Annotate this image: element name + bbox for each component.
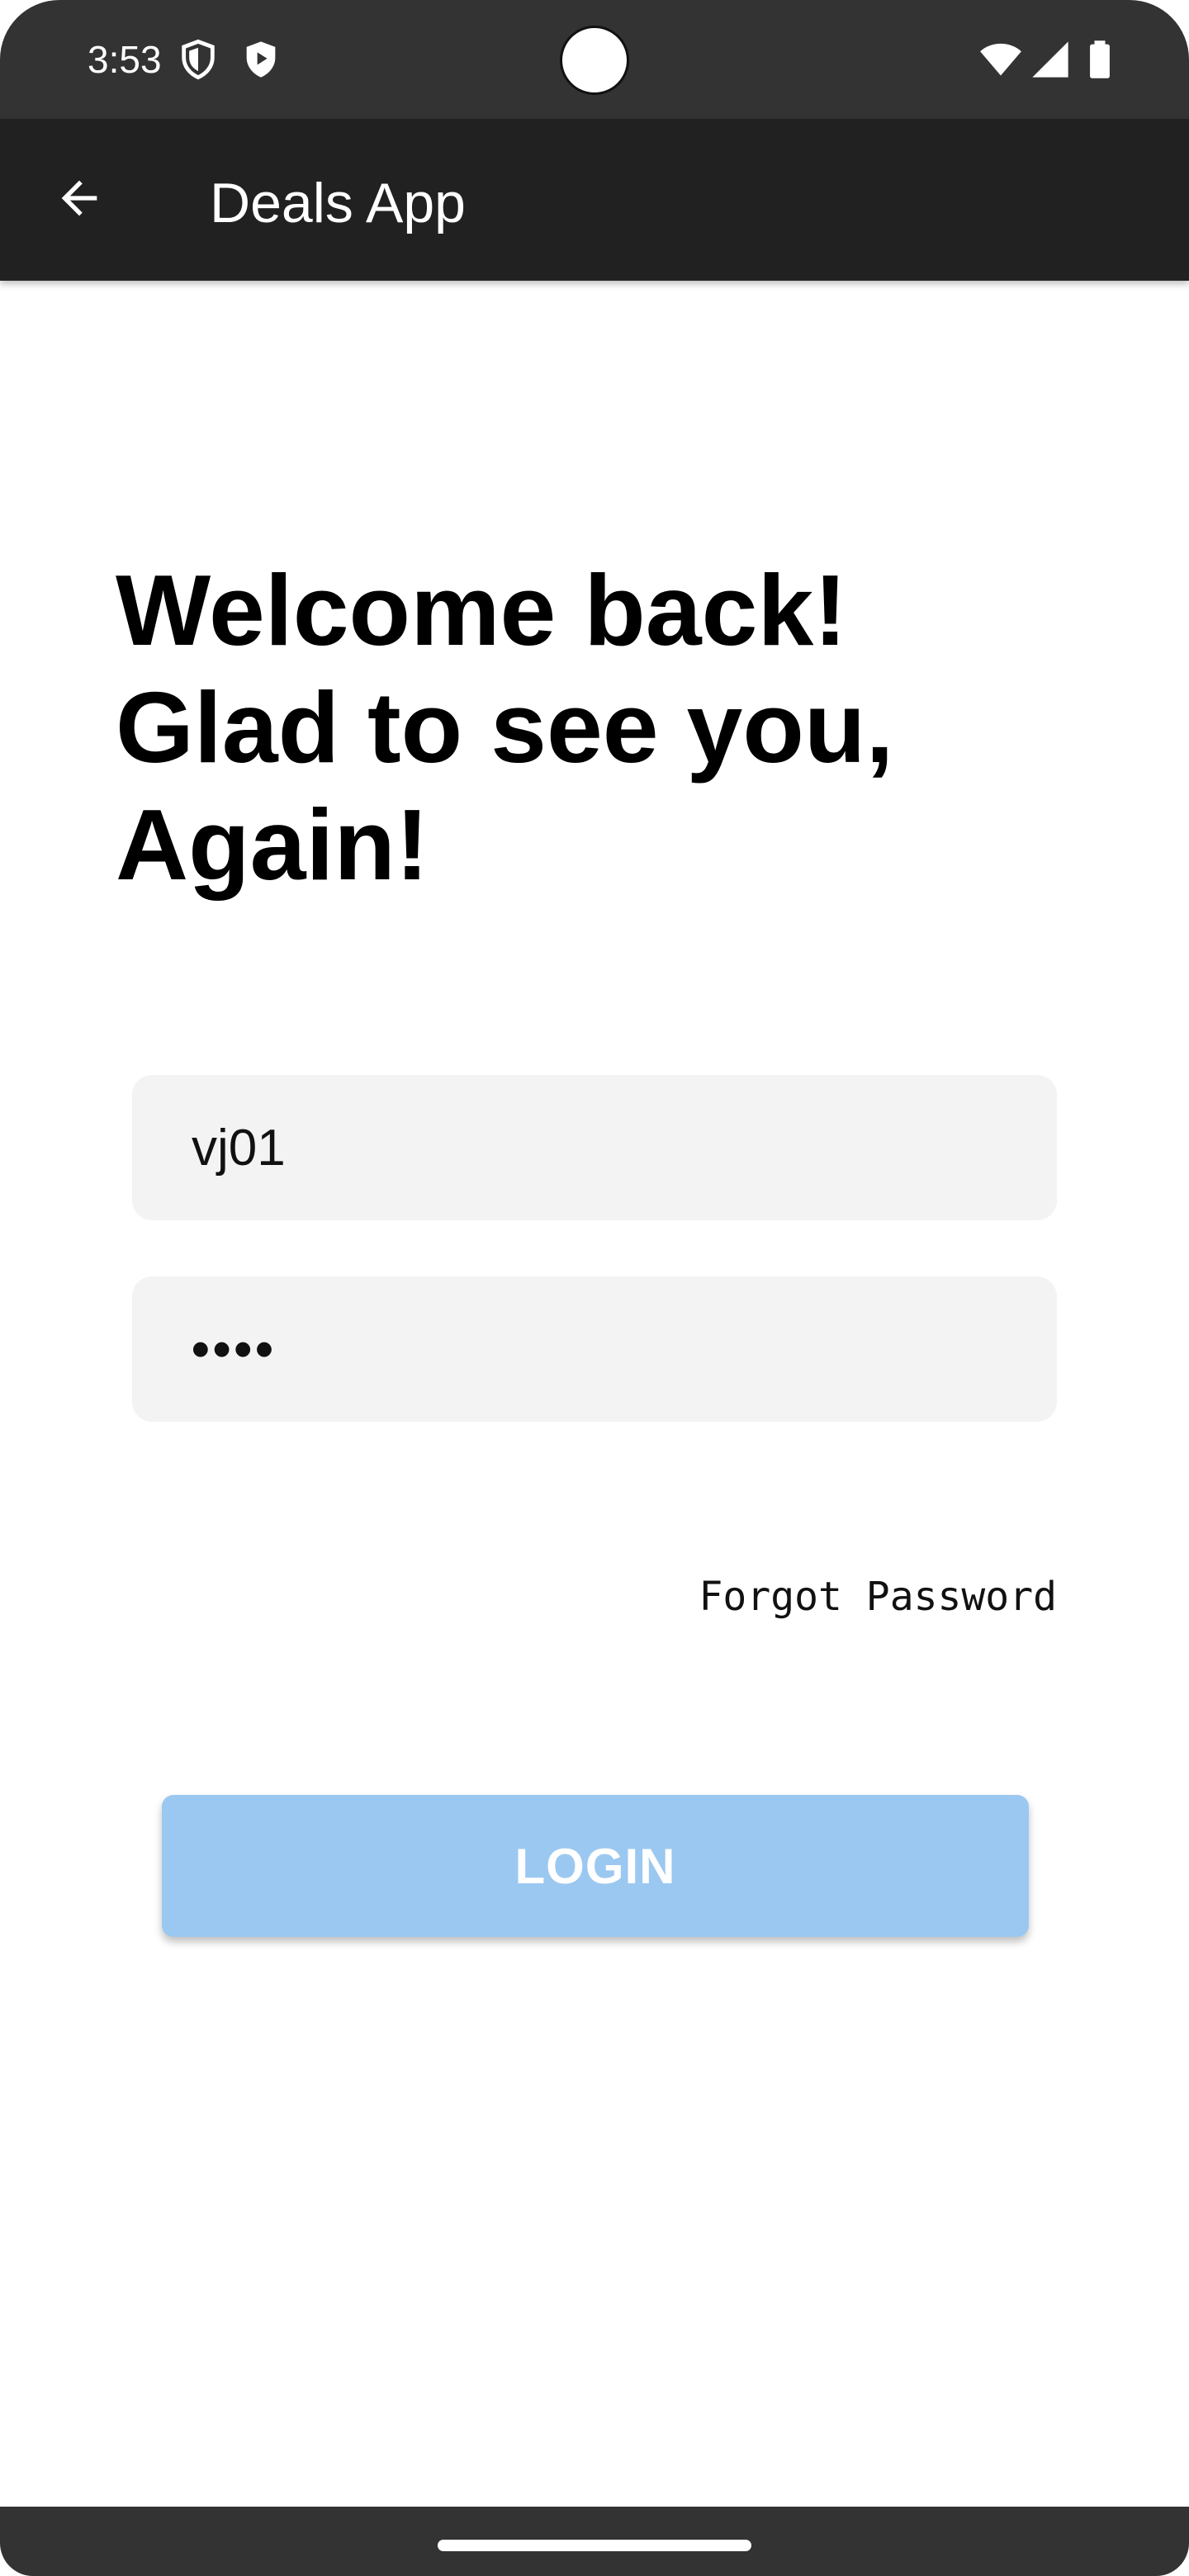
wifi-icon bbox=[979, 38, 1022, 81]
arrow-back-icon bbox=[53, 172, 106, 229]
shield-icon bbox=[177, 38, 220, 81]
play-protect-icon bbox=[239, 38, 282, 81]
status-time: 3:53 bbox=[88, 38, 162, 81]
navigation-bar bbox=[0, 2507, 1189, 2576]
login-screen: 3:53 Deals App Welcome back! Glad to see… bbox=[0, 0, 1189, 2576]
app-title: Deals App bbox=[210, 172, 466, 234]
forgot-password-link[interactable]: Forgot Password bbox=[699, 1572, 1057, 1622]
password-value: •••• bbox=[192, 1320, 277, 1378]
login-button[interactable]: LOGIN bbox=[162, 1795, 1029, 1937]
status-bar: 3:53 bbox=[0, 0, 1189, 119]
camera-cutout bbox=[560, 26, 629, 95]
password-field[interactable]: •••• bbox=[132, 1276, 1057, 1422]
app-bar: Deals App bbox=[0, 119, 1189, 281]
login-button-label: LOGIN bbox=[514, 1838, 676, 1894]
username-field[interactable]: vj01 bbox=[132, 1075, 1057, 1220]
welcome-heading: Welcome back! Glad to see you, Again! bbox=[116, 554, 894, 901]
back-button[interactable] bbox=[40, 160, 119, 239]
battery-icon bbox=[1078, 38, 1121, 81]
home-gesture-handle[interactable] bbox=[438, 2540, 751, 2551]
username-value: vj01 bbox=[192, 1119, 286, 1177]
cell-signal-icon bbox=[1029, 38, 1072, 81]
